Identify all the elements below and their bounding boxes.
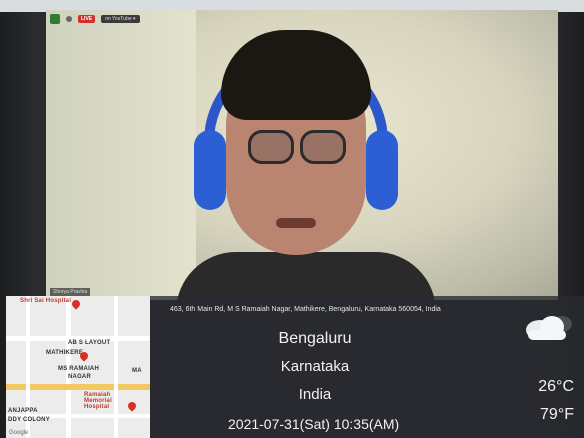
temperature-fahrenheit: 79°F — [540, 406, 574, 423]
address-text: 463, 6th Main Rd, M S Ramaiah Nagar, Mat… — [170, 306, 441, 313]
location-info-panel: 463, 6th Main Rd, M S Ramaiah Nagar, Mat… — [150, 296, 584, 438]
google-logo: Google — [9, 430, 29, 436]
hair — [221, 30, 371, 120]
left-earcup — [194, 130, 226, 210]
glasses — [248, 130, 348, 164]
right-earcup — [366, 130, 398, 210]
background-wall — [46, 10, 196, 300]
live-badge[interactable]: LIVE — [78, 15, 96, 23]
participant-video — [176, 30, 436, 300]
map-label-ms-ramaiah: MS RAMAIAH — [58, 366, 99, 372]
shirt — [176, 252, 436, 300]
left-lens — [248, 130, 294, 164]
gps-overlay: Shri Sai Hospital AB S LAYOUT MATHIKERE … — [0, 296, 584, 438]
map-label-memorial: Ramaiah Memorial Hospital — [84, 392, 112, 410]
location-map[interactable]: Shri Sai Hospital AB S LAYOUT MATHIKERE … — [6, 296, 150, 438]
zoom-top-bar: LIVE on YouTube ▾ — [50, 14, 140, 24]
right-lens — [300, 130, 346, 164]
map-label-hospital: Shri Sai Hospital — [20, 298, 72, 304]
country-name: India — [298, 386, 332, 403]
hospital-pin-icon — [70, 298, 82, 310]
state-name: Karnataka — [280, 358, 350, 375]
cloud-icon — [526, 316, 572, 340]
map-label-anjappa: ANJAPPA — [8, 408, 38, 414]
mouth — [276, 218, 316, 228]
map-label-nagar: NAGAR — [68, 374, 91, 380]
zoom-video-screen: LIVE on YouTube ▾ Shreya Pravina — [46, 10, 558, 300]
shield-icon[interactable] — [50, 14, 60, 24]
temperature-celsius: 26°C — [538, 378, 574, 395]
map-label-ma: MA — [132, 368, 142, 374]
record-dot-icon — [66, 16, 72, 22]
live-target-dropdown[interactable]: on YouTube ▾ — [101, 15, 140, 23]
participant-name-tag: Shreya Pravina — [50, 288, 91, 296]
date-time: 2021-07-31(Sat) 10:35(AM) — [228, 416, 400, 432]
map-label-layout: AB S LAYOUT — [68, 340, 111, 346]
map-label-mathikere: MATHIKERE — [46, 350, 84, 356]
map-label-colony: DDY COLONY — [8, 417, 50, 423]
city-name: Bengaluru — [278, 330, 352, 347]
